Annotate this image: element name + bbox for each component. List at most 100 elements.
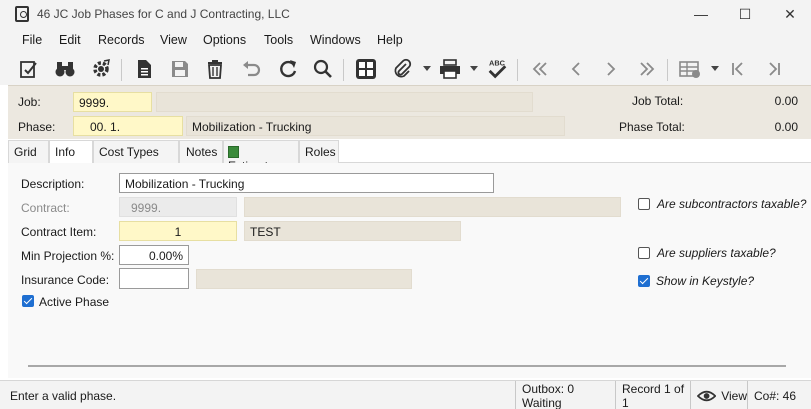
job-field[interactable]: 9999.: [73, 92, 152, 112]
toolbar-separator: [343, 59, 344, 81]
company-number-text: Co#: 46: [754, 388, 797, 403]
outbox-status-text: Outbox: 0 Waiting: [522, 381, 575, 409]
go-first-icon[interactable]: [726, 57, 750, 81]
active-phase-label: Active Phase: [39, 295, 110, 309]
menu-help[interactable]: Help: [377, 33, 403, 47]
undo-icon[interactable]: [239, 57, 263, 81]
job-description-field: [156, 92, 533, 112]
job-total-value: 0.00: [774, 94, 798, 108]
spellcheck-icon[interactable]: ABC: [485, 57, 509, 81]
active-phase-checkbox[interactable]: [22, 295, 34, 307]
save-icon[interactable]: [168, 57, 192, 81]
menu-file[interactable]: File: [22, 33, 42, 47]
contract-field: 9999.: [119, 197, 237, 217]
show-in-keystyle-label: Show in Keystyle?: [656, 274, 755, 288]
first-record-icon[interactable]: [528, 57, 552, 81]
view-label: View: [721, 388, 747, 403]
tab-info-label: Info: [55, 145, 76, 159]
previous-record-icon[interactable]: [564, 57, 588, 81]
min-projection-input[interactable]: 0.00%: [119, 245, 189, 265]
tab-roles[interactable]: Roles: [299, 140, 339, 163]
tab-info[interactable]: Info: [49, 140, 93, 164]
info-panel: Description: Mobilization - Trucking Con…: [8, 163, 811, 378]
phase-description-field: Mobilization - Trucking: [186, 116, 565, 136]
trash-icon[interactable]: [203, 57, 227, 81]
subcontractors-taxable-label: Are subcontractors taxable?: [657, 197, 807, 211]
document-icon[interactable]: [132, 57, 156, 81]
job-label: Job:: [18, 95, 41, 109]
grid-icon[interactable]: [354, 57, 378, 81]
title-bar: 46 JC Job Phases for C and J Contracting…: [0, 0, 811, 28]
maximize-button[interactable]: ☐: [730, 4, 760, 24]
tab-estimates[interactable]: Estimates: [223, 140, 299, 173]
insurance-code-label: Insurance Code:: [21, 273, 110, 287]
tab-roles-label: Roles: [305, 145, 336, 159]
toolbar-separator: [667, 59, 668, 81]
tab-cost-types[interactable]: Cost Types: [93, 140, 179, 163]
job-phase-header: Job: 9999. Phase: 00. 1. Mobilization - …: [8, 85, 811, 139]
close-button[interactable]: ✕: [775, 4, 805, 24]
attachments-dropdown-caret[interactable]: [423, 66, 431, 71]
insurance-code-description-field: [196, 269, 412, 289]
menu-edit[interactable]: Edit: [59, 33, 81, 47]
contract-description-field: [244, 197, 621, 217]
menu-records[interactable]: Records: [98, 33, 145, 47]
show-in-keystyle-checkbox[interactable]: [638, 275, 650, 287]
tab-strip: Grid Info Cost Types Notes Estimates Rol…: [8, 140, 811, 173]
menu-options[interactable]: Options: [203, 33, 246, 47]
menu-bar: File Edit Records View Options Tools Win…: [0, 28, 811, 53]
minimize-button[interactable]: —: [686, 4, 716, 24]
tab-notes-label: Notes: [186, 145, 218, 159]
eye-icon: [697, 390, 717, 401]
phase-field[interactable]: 00. 1.: [73, 116, 183, 136]
contract-label: Contract:: [21, 201, 70, 215]
min-projection-label: Min Projection %:: [21, 249, 115, 263]
print-dropdown-caret[interactable]: [470, 66, 478, 71]
contract-item-description-field: TEST: [244, 221, 461, 241]
tab-notes[interactable]: Notes: [179, 140, 223, 163]
outbox-status[interactable]: Outbox: 0 Waiting: [515, 381, 615, 409]
tab-grid[interactable]: Grid: [8, 140, 49, 163]
insurance-code-input[interactable]: [119, 268, 189, 289]
go-last-icon[interactable]: [762, 57, 786, 81]
description-label: Description:: [21, 177, 85, 191]
spellcheck-text: ABC: [489, 58, 506, 67]
view-button[interactable]: View: [690, 381, 747, 409]
record-status: Record 1 of 1: [615, 381, 690, 409]
binoculars-icon[interactable]: [53, 57, 77, 81]
edit-form-icon[interactable]: [17, 57, 41, 81]
gear-icon[interactable]: [89, 57, 113, 81]
printer-icon[interactable]: [438, 57, 462, 81]
menu-view[interactable]: View: [160, 33, 187, 47]
horizontal-scrollbar[interactable]: [28, 365, 786, 367]
record-status-text: Record 1 of 1: [622, 381, 685, 409]
phase-total-label: Phase Total:: [619, 120, 685, 134]
last-record-icon[interactable]: [635, 57, 659, 81]
status-bar: Enter a valid phase. Outbox: 0 Waiting R…: [0, 380, 811, 409]
table-settings-icon[interactable]: [678, 57, 702, 81]
phase-total-value: 0.00: [774, 120, 798, 134]
paperclip-icon[interactable]: [390, 57, 414, 81]
menu-tools[interactable]: Tools: [264, 33, 293, 47]
toolbar-separator: [121, 59, 122, 81]
phase-label: Phase:: [18, 120, 56, 134]
tab-grid-label: Grid: [14, 145, 37, 159]
app-icon: [15, 6, 29, 22]
next-record-icon[interactable]: [599, 57, 623, 81]
refresh-icon[interactable]: [276, 57, 300, 81]
contract-item-label: Contract Item:: [21, 225, 97, 239]
search-icon[interactable]: [311, 57, 335, 81]
toolbar: ABC: [0, 53, 811, 85]
menu-windows[interactable]: Windows: [310, 33, 361, 47]
company-number: Co#: 46: [747, 381, 811, 409]
table-settings-dropdown-caret[interactable]: [711, 66, 719, 71]
subcontractors-taxable-checkbox[interactable]: [638, 198, 650, 210]
suppliers-taxable-label: Are suppliers taxable?: [657, 246, 776, 260]
status-message: Enter a valid phase.: [10, 389, 117, 403]
suppliers-taxable-checkbox[interactable]: [638, 247, 650, 259]
toolbar-separator: [517, 59, 518, 81]
contract-item-field[interactable]: 1: [119, 221, 237, 241]
description-input[interactable]: Mobilization - Trucking: [119, 173, 494, 193]
tab-cost-types-label: Cost Types: [99, 145, 159, 159]
job-total-label: Job Total:: [632, 94, 684, 108]
